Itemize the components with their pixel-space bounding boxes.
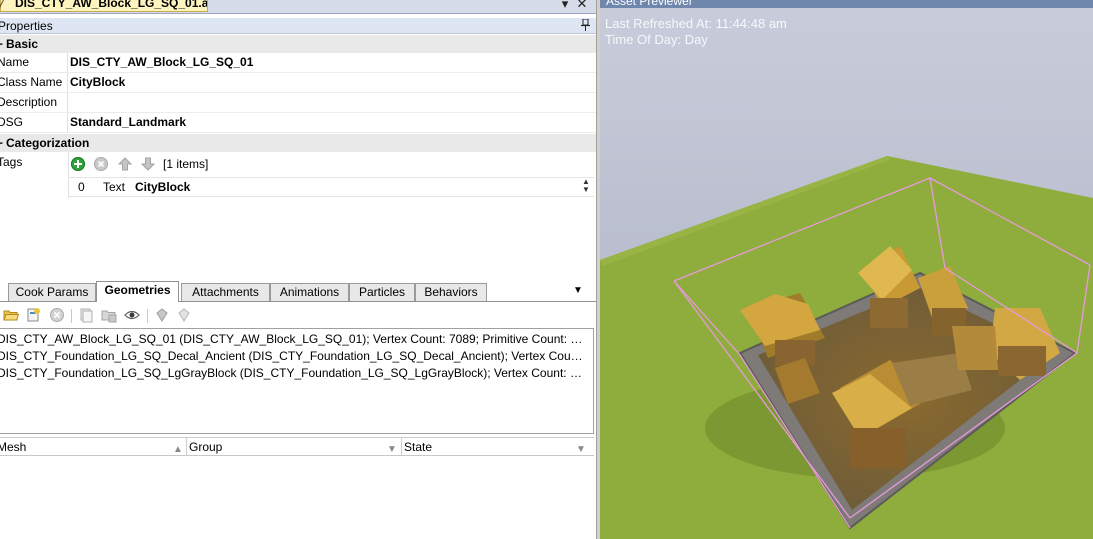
tab-label: Behaviors: [424, 285, 478, 299]
category-basic-label: Basic: [6, 37, 39, 51]
move-up-icon[interactable]: [117, 157, 133, 171]
document-tab-title: DIS_CTY_AW_Block_LG_SQ_01.ast: [15, 0, 208, 10]
material-icon[interactable]: [154, 307, 170, 323]
pencil-icon: ╱: [0, 0, 6, 9]
tab-behaviors[interactable]: Behaviors: [415, 283, 487, 301]
tag-item-row[interactable]: 0 Text CityBlock: [68, 177, 594, 197]
toolbar-separator: [147, 309, 148, 323]
tab-attachments[interactable]: Attachments: [181, 283, 270, 301]
column-header-label: Group: [189, 440, 223, 454]
copy-icon[interactable]: [78, 307, 94, 323]
asset-previewer[interactable]: Asset Previewer Last Refreshed At: 11:44…: [600, 0, 1093, 539]
tab-geometries[interactable]: Geometries: [96, 281, 179, 302]
tab-particles[interactable]: Particles: [349, 283, 415, 301]
new-document-icon[interactable]: [25, 307, 41, 323]
remove-icon[interactable]: [94, 157, 108, 171]
category-categorization-label: Categorization: [6, 136, 90, 150]
collapse-icon[interactable]: −: [0, 134, 3, 152]
property-row-name[interactable]: Name DIS_CTY_AW_Block_LG_SQ_01: [0, 53, 596, 73]
properties-title: Properties: [0, 19, 53, 33]
open-folder-icon[interactable]: [3, 307, 20, 323]
tab-label: Geometries: [104, 283, 171, 297]
property-name: Description: [0, 93, 68, 112]
tab-animations[interactable]: Animations: [270, 283, 349, 301]
property-row-dsg[interactable]: DSG Standard_Landmark: [0, 113, 596, 133]
column-header-state[interactable]: State ▼: [402, 438, 592, 455]
tab-label: Cook Params: [15, 285, 89, 299]
tab-cook-params[interactable]: Cook Params: [8, 283, 96, 301]
tab-label: Particles: [358, 285, 405, 299]
category-basic[interactable]: − Basic: [0, 35, 596, 53]
property-value[interactable]: DIS_CTY_AW_Block_LG_SQ_01: [70, 53, 253, 72]
geometries-list[interactable]: DIS_CTY_AW_Block_LG_SQ_01 (DIS_CTY_AW_Bl…: [0, 328, 594, 434]
tag-spin-control[interactable]: ▲ ▼: [580, 178, 592, 196]
property-name: DSG: [0, 113, 68, 132]
tabs-dropdown-icon[interactable]: ▼: [573, 285, 583, 296]
tag-item-value[interactable]: CityBlock: [135, 178, 190, 196]
property-value[interactable]: CityBlock: [70, 73, 125, 92]
tab-dropdown-icon[interactable]: ▾: [558, 0, 572, 11]
dropdown-icon[interactable]: ▼: [387, 441, 397, 459]
sort-ascending-icon: ▲: [173, 444, 183, 455]
close-icon[interactable]: ✕: [575, 0, 589, 11]
document-tab[interactable]: DIS_CTY_AW_Block_LG_SQ_01.ast: [0, 0, 208, 12]
tab-label: Animations: [279, 285, 340, 299]
toolbar-separator: [71, 309, 72, 323]
property-value[interactable]: Standard_Landmark: [70, 113, 186, 132]
property-row-description[interactable]: Description: [0, 93, 596, 113]
last-refreshed-label: Last Refreshed At: 11:44:48 am: [605, 16, 787, 31]
tag-item-index: 0: [78, 180, 85, 194]
time-of-day-label: Time Of Day: Day: [605, 32, 708, 47]
list-item[interactable]: DIS_CTY_Foundation_LG_SQ_LgGrayBlock (DI…: [0, 365, 587, 382]
property-row-class-name[interactable]: Class Name CityBlock: [0, 73, 596, 93]
tab-label: Attachments: [192, 285, 259, 299]
column-header-label: State: [404, 440, 433, 454]
tag-item-type: Text: [103, 180, 126, 194]
dropdown-icon[interactable]: ▼: [576, 441, 586, 459]
property-name: Name: [0, 53, 68, 72]
mesh-table-header: Mesh ▲ Group ▼ State ▼: [0, 437, 594, 456]
paste-icon[interactable]: [101, 307, 117, 323]
delete-icon[interactable]: [49, 307, 65, 323]
eye-icon[interactable]: [124, 307, 140, 323]
column-header-label: Mesh: [0, 440, 27, 454]
tags-count: [1 items]: [163, 157, 209, 171]
column-header-mesh[interactable]: Mesh ▲: [0, 438, 187, 455]
list-item[interactable]: DIS_CTY_Foundation_LG_SQ_Decal_Ancient (…: [0, 348, 587, 365]
previewer-title: Asset Previewer: [606, 0, 693, 8]
geometries-toolbar: [0, 303, 596, 328]
previewer-title-bar: Asset Previewer: [600, 0, 1093, 8]
category-categorization[interactable]: − Categorization: [0, 134, 596, 152]
collapse-icon[interactable]: −: [0, 35, 3, 53]
property-name: Class Name: [0, 73, 68, 92]
list-item[interactable]: DIS_CTY_AW_Block_LG_SQ_01 (DIS_CTY_AW_Bl…: [0, 331, 587, 348]
preview-viewport[interactable]: [600, 8, 1093, 539]
tags-label: Tags: [0, 155, 23, 169]
column-header-group[interactable]: Group ▼: [187, 438, 402, 455]
left-pane: DIS_CTY_AW_Block_LG_SQ_01.ast ╱ ▾ ✕ Prop…: [0, 0, 596, 539]
add-icon[interactable]: [71, 157, 85, 171]
move-down-icon[interactable]: [140, 157, 156, 171]
material-clear-icon[interactable]: [176, 307, 192, 323]
pin-icon[interactable]: [581, 18, 590, 36]
properties-header: Properties: [0, 18, 596, 34]
